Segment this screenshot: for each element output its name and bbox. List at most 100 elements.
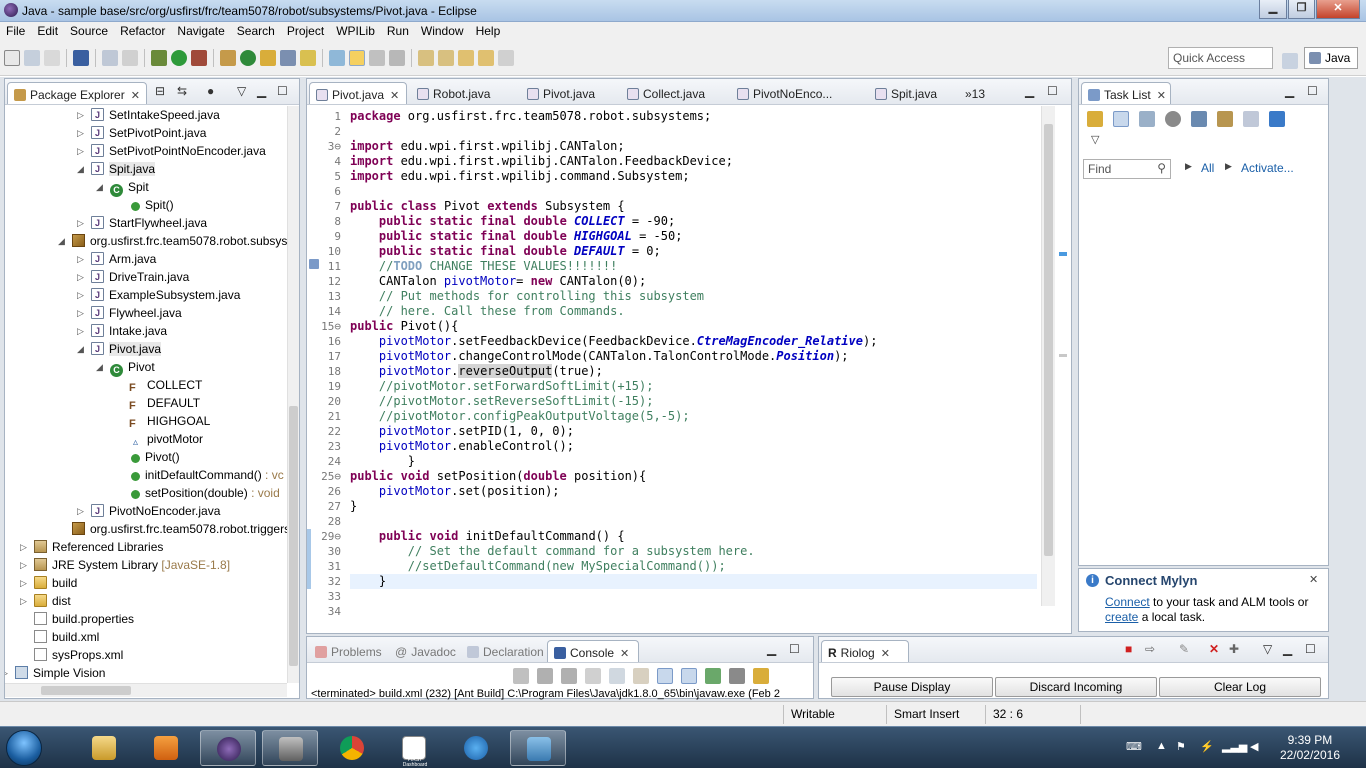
close-tab-icon[interactable]: ✕	[390, 90, 399, 102]
minimize-icon[interactable]: ▁	[1025, 84, 1034, 98]
code-line[interactable]: //pivotMotor.setReverseSoftLimit(-15);	[350, 394, 654, 409]
minimize-icon[interactable]: ▁	[1283, 642, 1292, 656]
code-line[interactable]: pivotMotor.setPID(1, 0, 0);	[350, 424, 574, 439]
filmstrip-taskbar-button[interactable]	[262, 730, 318, 766]
new-package-icon[interactable]	[220, 50, 236, 66]
expand-arrow-icon[interactable]: ▷	[20, 574, 27, 592]
block-icon[interactable]	[122, 50, 138, 66]
close-icon[interactable]: ✕	[1157, 90, 1166, 102]
tab-robot-java[interactable]: Robot.java	[411, 82, 496, 104]
pilcrow-icon[interactable]	[389, 50, 405, 66]
media-player-taskbar-button[interactable]	[138, 730, 194, 766]
tree-item[interactable]: ▷ SetIntakeSpeed.java	[77, 106, 220, 124]
open-perspective-icon[interactable]	[1282, 53, 1298, 69]
pause-display-button[interactable]: Pause Display	[831, 677, 993, 697]
code-line[interactable]: public void setPosition(double position)…	[350, 469, 646, 484]
code-line[interactable]: // Put methods for controlling this subs…	[350, 289, 704, 304]
maximize-icon[interactable]: ☐	[789, 642, 800, 656]
save-icon[interactable]	[24, 50, 40, 66]
menu-source[interactable]: Source	[64, 22, 114, 40]
menu-file[interactable]: File	[0, 22, 31, 40]
overview-marker-2[interactable]	[1059, 354, 1067, 357]
maximize-icon[interactable]: ☐	[1307, 84, 1318, 98]
last-edit-icon[interactable]	[458, 50, 474, 66]
close-icon[interactable]: ✕	[131, 90, 140, 102]
expand-arrow-icon[interactable]: ▷	[77, 502, 84, 520]
close-icon[interactable]: ✕	[620, 648, 629, 660]
power-icon[interactable]: ⚡	[1200, 740, 1214, 753]
editor-scrollbar[interactable]	[1041, 106, 1055, 606]
tree-item[interactable]: F HIGHGOAL	[129, 412, 210, 430]
code-line[interactable]: CANTalon pivotMotor= new CANTalon(0);	[350, 274, 646, 289]
overview-ruler[interactable]	[1057, 106, 1069, 606]
tree-item[interactable]: ◢ org.usfirst.frc.team5078.robot.subsyst	[58, 232, 289, 250]
view-menu-icon[interactable]: ▽	[237, 84, 246, 98]
tab-collect-java[interactable]: Collect.java	[621, 82, 711, 104]
minimize-icon[interactable]: ▁	[257, 84, 266, 98]
code-line[interactable]: public void initDefaultCommand() {	[350, 529, 625, 544]
code-editor[interactable]: 1 2 3⊖ 4 5 6 7 8 9 10 11 12 13 14 15⊖ 16 17 18 19 20 21 22 23 2…	[307, 106, 1069, 618]
tab-pivot-java[interactable]: Pivot.java ✕	[309, 82, 407, 104]
expand-arrow-icon[interactable]: ▷	[77, 286, 84, 304]
link-editor-icon[interactable]: ⇆	[177, 84, 187, 98]
expand-arrow-icon[interactable]: ▷	[77, 304, 84, 322]
expand-arrow-icon[interactable]: ◢	[96, 358, 103, 376]
search-icon[interactable]	[280, 50, 296, 66]
minimize-button[interactable]: ▁	[1259, 0, 1287, 19]
tree-item[interactable]: ◢ Spit.java	[77, 160, 156, 178]
frc-dashboard-taskbar-button[interactable]: FIRST Dashboard	[386, 730, 442, 768]
task-find-input[interactable]: Find ⚲	[1083, 159, 1171, 179]
tree-item[interactable]: ▷ StartFlywheel.java	[77, 214, 207, 232]
eraser-icon[interactable]: ✎	[1179, 642, 1189, 656]
new-class-icon[interactable]	[240, 50, 256, 66]
volume-icon[interactable]: ◀	[1250, 740, 1258, 753]
collapse-all-icon[interactable]: ⊟	[155, 84, 165, 98]
open-console-icon[interactable]	[753, 668, 769, 684]
tree-scroll-thumb[interactable]	[289, 406, 298, 666]
menu-help[interactable]: Help	[470, 22, 507, 40]
code-line[interactable]: pivotMotor.set(position);	[350, 484, 560, 499]
network-icon[interactable]: ▂▃▅	[1222, 740, 1247, 753]
tab-console[interactable]: Console ✕	[547, 640, 639, 662]
tree-item[interactable]: setPosition(double) : void	[129, 484, 280, 502]
eclipse-taskbar-button[interactable]	[200, 730, 256, 766]
remove-all-icon[interactable]	[561, 668, 577, 684]
new-task-icon[interactable]	[1087, 111, 1103, 127]
tree-hscroll-thumb[interactable]	[41, 686, 131, 695]
expand-arrow-icon[interactable]: ▷	[77, 214, 84, 232]
expand-arrow-icon[interactable]: ▷	[77, 268, 84, 286]
menu-edit[interactable]: Edit	[31, 22, 64, 40]
code-line[interactable]: import edu.wpi.first.wpilibj.CANTalon.Fe…	[350, 154, 733, 169]
hide-completed-icon[interactable]	[1191, 111, 1207, 127]
tree-item[interactable]: Pivot()	[129, 448, 180, 466]
word-wrap-icon[interactable]	[633, 668, 649, 684]
debug-icon[interactable]	[151, 50, 167, 66]
tab-problems[interactable]: Problems	[309, 640, 388, 662]
code-line[interactable]: // Set the default command for a subsyst…	[350, 544, 755, 559]
add-icon[interactable]: ✚	[1229, 642, 1239, 656]
tree-item[interactable]: F DEFAULT	[129, 394, 200, 412]
display-console-icon[interactable]	[729, 668, 745, 684]
tree-item[interactable]: initDefaultCommand() : vc	[129, 466, 284, 484]
code-line[interactable]: pivotMotor.reverseOutput(true);	[350, 364, 603, 379]
tab-declaration[interactable]: Declaration	[461, 640, 550, 662]
export-icon[interactable]: ⇨	[1145, 642, 1155, 656]
view-menu-icon[interactable]: ▽	[1263, 642, 1272, 656]
menu-window[interactable]: Window	[415, 22, 470, 40]
tree-item[interactable]: ▷ Referenced Libraries	[20, 538, 163, 556]
expand-arrow-icon[interactable]: ▷	[77, 142, 84, 160]
expand-arrow-icon[interactable]: ▷	[77, 124, 84, 142]
tree-scrollbar[interactable]	[287, 106, 299, 683]
tab-package-explorer[interactable]: Package Explorer ✕	[7, 82, 147, 104]
clear-log-button[interactable]: Clear Log	[1159, 677, 1321, 697]
maximize-icon[interactable]: ☐	[277, 84, 288, 98]
code-line[interactable]: public Pivot(){	[350, 319, 458, 334]
code-line[interactable]: }	[350, 499, 357, 514]
photo-viewer-taskbar-button[interactable]	[510, 730, 566, 766]
tree-item[interactable]: ▷ Simple Vision	[5, 664, 105, 682]
restore-button[interactable]: ❐	[1288, 0, 1315, 19]
all-link[interactable]: All	[1201, 161, 1214, 175]
tree-item[interactable]: build.properties	[34, 610, 134, 628]
tree-item[interactable]: ▷ build	[20, 574, 77, 592]
run-icon[interactable]	[171, 50, 187, 66]
